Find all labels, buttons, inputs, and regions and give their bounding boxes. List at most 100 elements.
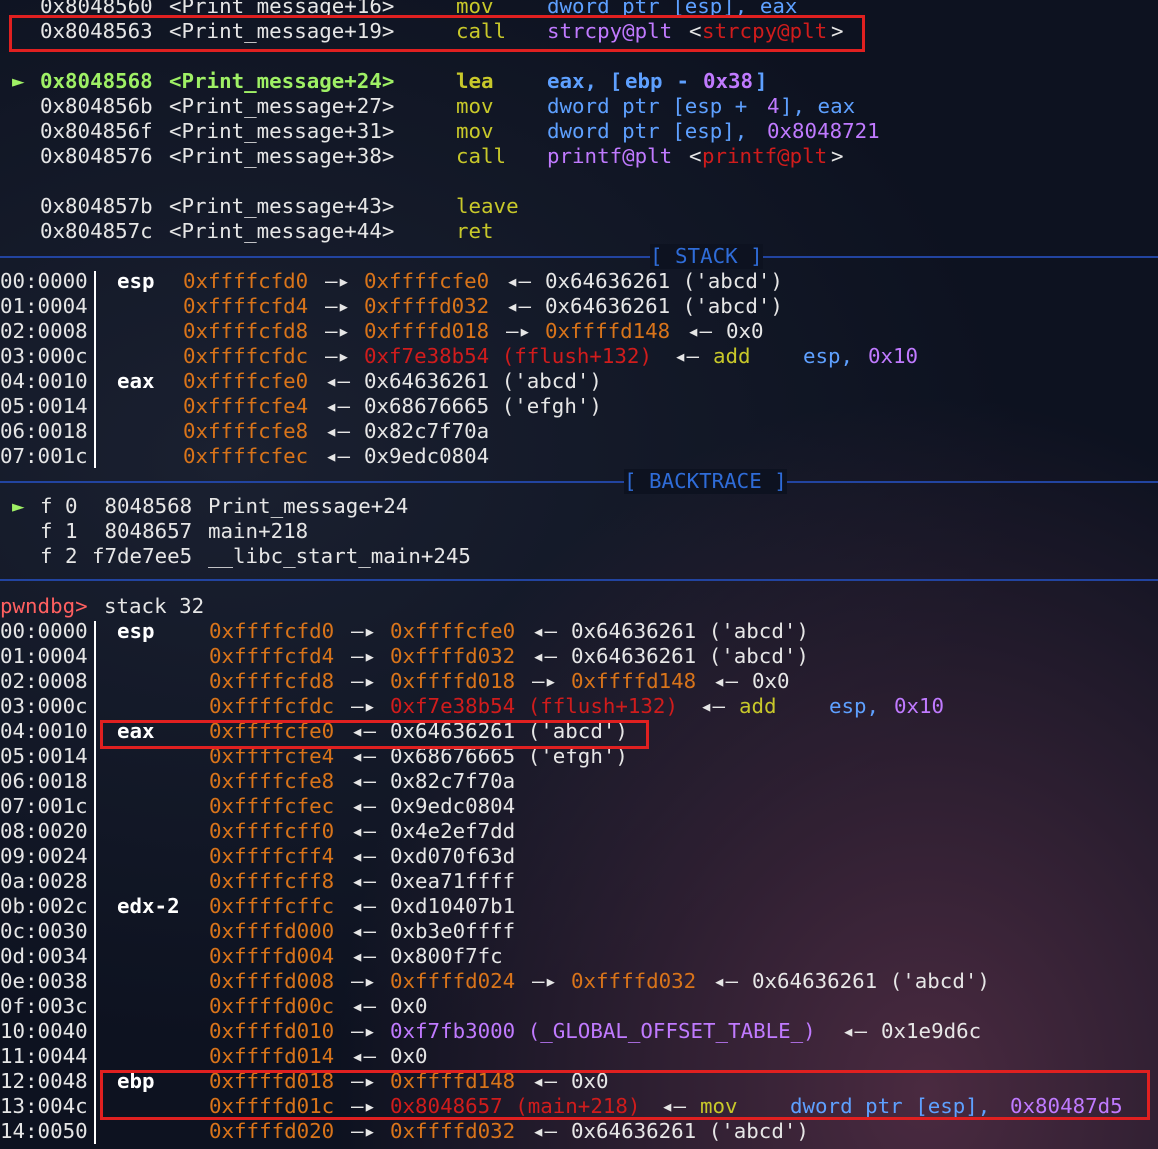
pointer-target: 0xffffd148 bbox=[571, 669, 697, 693]
frame-number: f 2 bbox=[40, 544, 78, 568]
pointer-arrow: —▸ bbox=[532, 669, 558, 693]
pointer-arrow: ◂— bbox=[506, 294, 532, 318]
stack-offset: 04:0010 bbox=[0, 719, 88, 743]
pointer-arrow: ◂— bbox=[351, 894, 377, 918]
highlight-box bbox=[9, 15, 865, 52]
pointer-arrow: ◂— bbox=[842, 1019, 868, 1043]
stack-address: 0xffffcff8 bbox=[209, 869, 335, 893]
instruction-opcode: add bbox=[739, 694, 777, 718]
stack-offset: 09:0024 bbox=[0, 844, 88, 868]
pointer-arrow: —▸ bbox=[351, 644, 377, 668]
pointer-arrow: ◂— bbox=[532, 1119, 558, 1143]
stack-address: 0xffffd008 bbox=[209, 969, 335, 993]
register-label: eax bbox=[117, 369, 155, 393]
stack-offset: 00:0000 bbox=[0, 269, 88, 293]
pointer-arrow: —▸ bbox=[351, 619, 377, 643]
pointer-arrow: ◂— bbox=[506, 269, 532, 293]
stack-offset: 07:001c bbox=[0, 444, 88, 468]
stack-address: 0xffffd020 bbox=[209, 1119, 335, 1143]
instruction-address: 0x8048576 bbox=[40, 144, 153, 168]
pointer-arrow: ◂— bbox=[700, 694, 726, 718]
pointer-arrow: —▸ bbox=[532, 969, 558, 993]
stack-address: 0xffffcfd4 bbox=[209, 644, 335, 668]
instruction-args: dword ptr [esp], bbox=[547, 119, 760, 143]
pointer-arrow: ◂— bbox=[351, 994, 377, 1018]
code-pointer: 0xf7e38b54 (fflush+132) bbox=[390, 694, 678, 718]
register-label: esp bbox=[117, 269, 155, 293]
stack-offset: 03:000c bbox=[0, 344, 88, 368]
pointer-target: 0xffffcfe0 bbox=[364, 269, 490, 293]
pointer-arrow: —▸ bbox=[351, 669, 377, 693]
stack-value: 0x0 bbox=[752, 669, 790, 693]
stack-address: 0xffffd014 bbox=[209, 1044, 335, 1068]
stack-address: 0xffffcffc bbox=[209, 894, 335, 918]
pointer-arrow: —▸ bbox=[351, 1119, 377, 1143]
stack-offset: 01:0004 bbox=[0, 294, 88, 318]
pointer-arrow: —▸ bbox=[351, 969, 377, 993]
stack-value: 0x82c7f70a bbox=[390, 769, 516, 793]
stack-value: 0x64636261 ('abcd') bbox=[571, 644, 809, 668]
immediate: 4 bbox=[767, 94, 780, 118]
pointer-arrow: ◂— bbox=[351, 944, 377, 968]
highlight-box bbox=[100, 720, 649, 749]
pointer-target: 0xffffd032 bbox=[571, 969, 697, 993]
stack-value: 0x68676665 ('efgh') bbox=[364, 394, 602, 418]
instruction-opcode: add bbox=[713, 344, 751, 368]
stack-offset: 01:0004 bbox=[0, 644, 88, 668]
stack-value: 0x64636261 ('abcd') bbox=[571, 1119, 809, 1143]
stack-value: 0x1e9d6c bbox=[881, 1019, 982, 1043]
section-separator bbox=[0, 256, 1158, 258]
pointer-target: 0xffffd018 bbox=[364, 319, 490, 343]
stack-offset: 12:0048 bbox=[0, 1069, 88, 1093]
instruction-address: 0x804857c bbox=[40, 219, 153, 243]
stack-value: 0x0 bbox=[390, 994, 428, 1018]
current-instruction-marker: ► bbox=[12, 69, 25, 93]
instruction-args: dword ptr [esp + bbox=[547, 94, 760, 118]
frame-address: 8048657 bbox=[92, 519, 193, 543]
stack-value: 0xd10407b1 bbox=[390, 894, 516, 918]
instruction-opcode: ret bbox=[456, 219, 494, 243]
section-separator bbox=[0, 579, 1158, 581]
pointer-arrow: ◂— bbox=[325, 369, 351, 393]
pointer-arrow: ◂— bbox=[351, 844, 377, 868]
pointer-arrow: —▸ bbox=[506, 319, 532, 343]
pointer-target: 0xffffd024 bbox=[390, 969, 516, 993]
column-divider bbox=[94, 621, 96, 1144]
pointer-arrow: —▸ bbox=[351, 1019, 377, 1043]
stack-value: 0x9edc0804 bbox=[390, 794, 516, 818]
stack-address: 0xffffd004 bbox=[209, 944, 335, 968]
stack-value: 0x64636261 ('abcd') bbox=[545, 294, 783, 318]
stack-offset: 14:0050 bbox=[0, 1119, 88, 1143]
stack-address: 0xffffcfd4 bbox=[183, 294, 309, 318]
command-text: stack 32 bbox=[104, 594, 205, 618]
immediate: 0x10 bbox=[894, 694, 945, 718]
pointer-arrow: ◂— bbox=[532, 644, 558, 668]
stack-address: 0xffffcfec bbox=[209, 794, 335, 818]
pointer-arrow: —▸ bbox=[325, 319, 351, 343]
call-target: printf@plt bbox=[702, 144, 828, 168]
instruction-opcode: mov bbox=[456, 119, 494, 143]
prompt-label: pwndbg> bbox=[0, 594, 88, 618]
bracket-open: < bbox=[689, 144, 702, 168]
instruction-address: 0x804856b bbox=[40, 94, 153, 118]
stack-address: 0xffffcff0 bbox=[209, 819, 335, 843]
register-label: edx-2 bbox=[117, 894, 180, 918]
pointer-arrow: ◂— bbox=[351, 919, 377, 943]
instruction-args-tail: ] bbox=[755, 69, 768, 93]
pointer-arrow: ◂— bbox=[351, 1044, 377, 1068]
frame-function: Print_message+24 bbox=[208, 494, 409, 518]
stack-address: 0xffffcfd8 bbox=[183, 319, 309, 343]
stack-address: 0xffffcfe8 bbox=[209, 769, 335, 793]
pointer-target: 0xffffd032 bbox=[390, 1119, 516, 1143]
frame-address: 8048568 bbox=[92, 494, 193, 518]
pointer-arrow: ◂— bbox=[351, 869, 377, 893]
stack-offset: 03:000c bbox=[0, 694, 88, 718]
current-frame-marker: ► bbox=[12, 494, 25, 518]
pointer-arrow: ◂— bbox=[351, 769, 377, 793]
instruction-opcode: mov bbox=[456, 94, 494, 118]
stack-value: 0xea71ffff bbox=[390, 869, 516, 893]
pointer-arrow: ◂— bbox=[325, 394, 351, 418]
stack-value: 0x64636261 ('abcd') bbox=[752, 969, 990, 993]
instruction-args: esp, bbox=[829, 694, 880, 718]
stack-value: 0x64636261 ('abcd') bbox=[571, 619, 809, 643]
